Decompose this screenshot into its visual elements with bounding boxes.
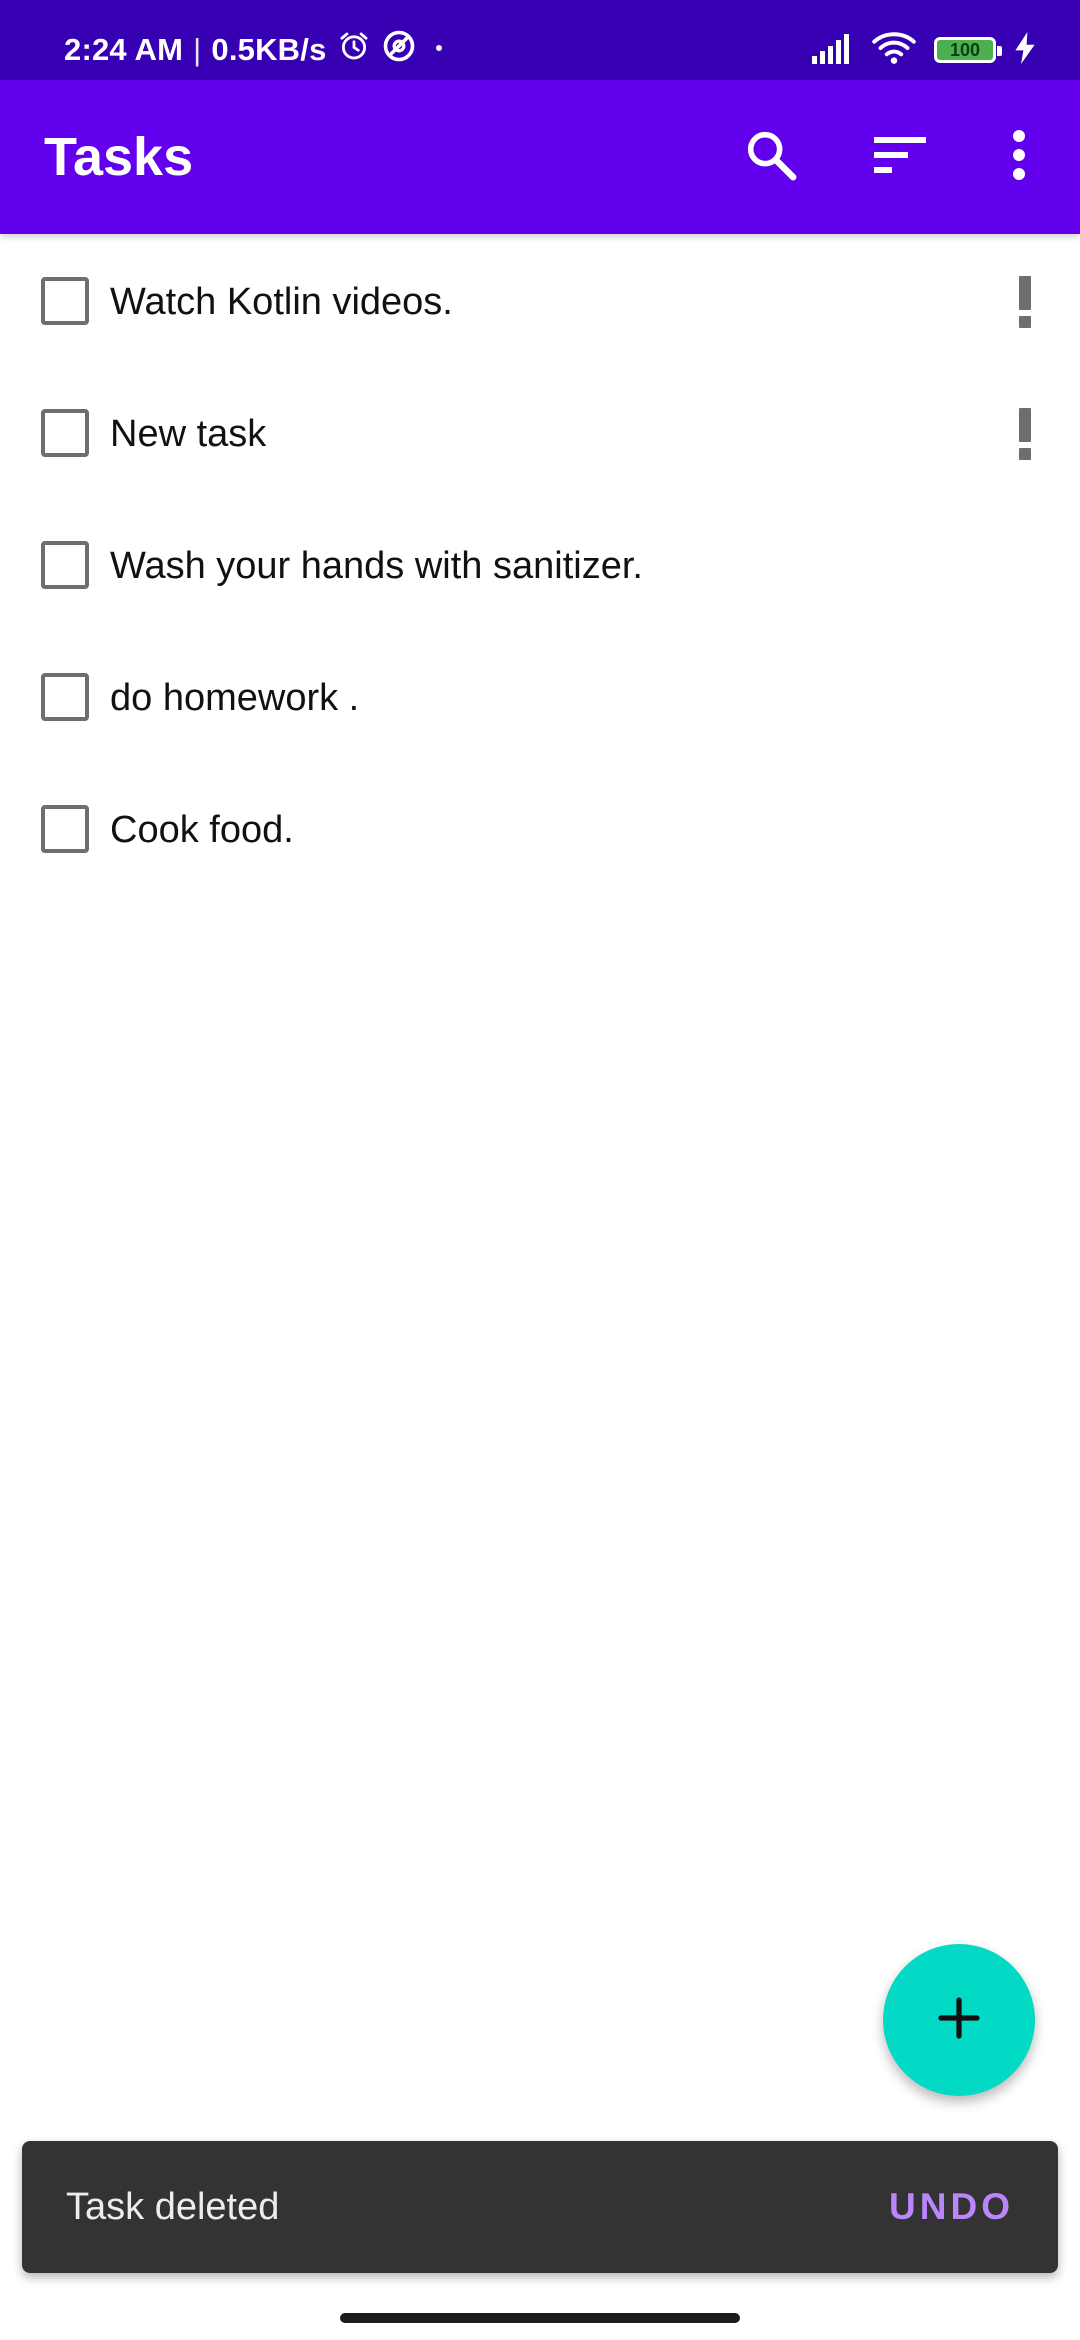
alarm-icon <box>337 29 371 71</box>
add-task-fab[interactable] <box>883 1944 1035 2096</box>
task-checkbox[interactable] <box>41 673 89 721</box>
task-row[interactable]: Wash your hands with sanitizer. <box>0 500 1080 632</box>
app-bar: Tasks <box>0 80 1080 234</box>
status-separator: | <box>193 32 202 67</box>
snackbar-message: Task deleted <box>66 2185 280 2228</box>
search-icon <box>743 127 799 188</box>
dnd-icon <box>381 28 417 72</box>
gesture-nav-handle[interactable] <box>340 2313 740 2323</box>
add-icon <box>935 1994 983 2047</box>
task-title: Cook food. <box>110 808 294 851</box>
more-vert-icon <box>1009 129 1029 186</box>
priority-high-icon <box>1017 408 1033 460</box>
task-title: do homework . <box>110 676 360 719</box>
undo-button[interactable]: UNDO <box>889 2141 1014 2273</box>
priority-high-icon <box>1017 276 1033 328</box>
task-title: New task <box>110 412 267 455</box>
signal-icon <box>812 32 854 69</box>
more-options-button[interactable] <box>979 117 1059 197</box>
task-row[interactable]: Watch Kotlin videos. <box>0 236 1080 368</box>
task-list: Watch Kotlin videos. New task Wash your … <box>0 236 1080 896</box>
task-row[interactable]: New task <box>0 368 1080 500</box>
status-bar: 2:24 AM | 0.5KB/s 100 <box>0 0 1080 80</box>
task-title: Wash your hands with sanitizer. <box>110 544 643 587</box>
app-title: Tasks <box>44 127 194 187</box>
task-checkbox[interactable] <box>41 409 89 457</box>
task-checkbox[interactable] <box>41 541 89 589</box>
dot-icon <box>427 32 451 68</box>
charging-icon <box>1014 31 1036 69</box>
sort-button[interactable] <box>862 117 942 197</box>
sort-icon <box>874 135 930 180</box>
wifi-icon <box>872 30 916 71</box>
battery-icon: 100 <box>934 37 1002 63</box>
task-row[interactable]: Cook food. <box>0 764 1080 896</box>
snackbar: Task deleted UNDO <box>22 2141 1058 2273</box>
task-title: Watch Kotlin videos. <box>110 280 453 323</box>
status-time: 2:24 AM <box>64 32 184 67</box>
search-button[interactable] <box>731 117 811 197</box>
task-row[interactable]: do homework . <box>0 632 1080 764</box>
task-checkbox[interactable] <box>41 277 89 325</box>
task-checkbox[interactable] <box>41 805 89 853</box>
battery-level: 100 <box>949 39 981 60</box>
network-speed: 0.5KB/s <box>211 32 327 67</box>
